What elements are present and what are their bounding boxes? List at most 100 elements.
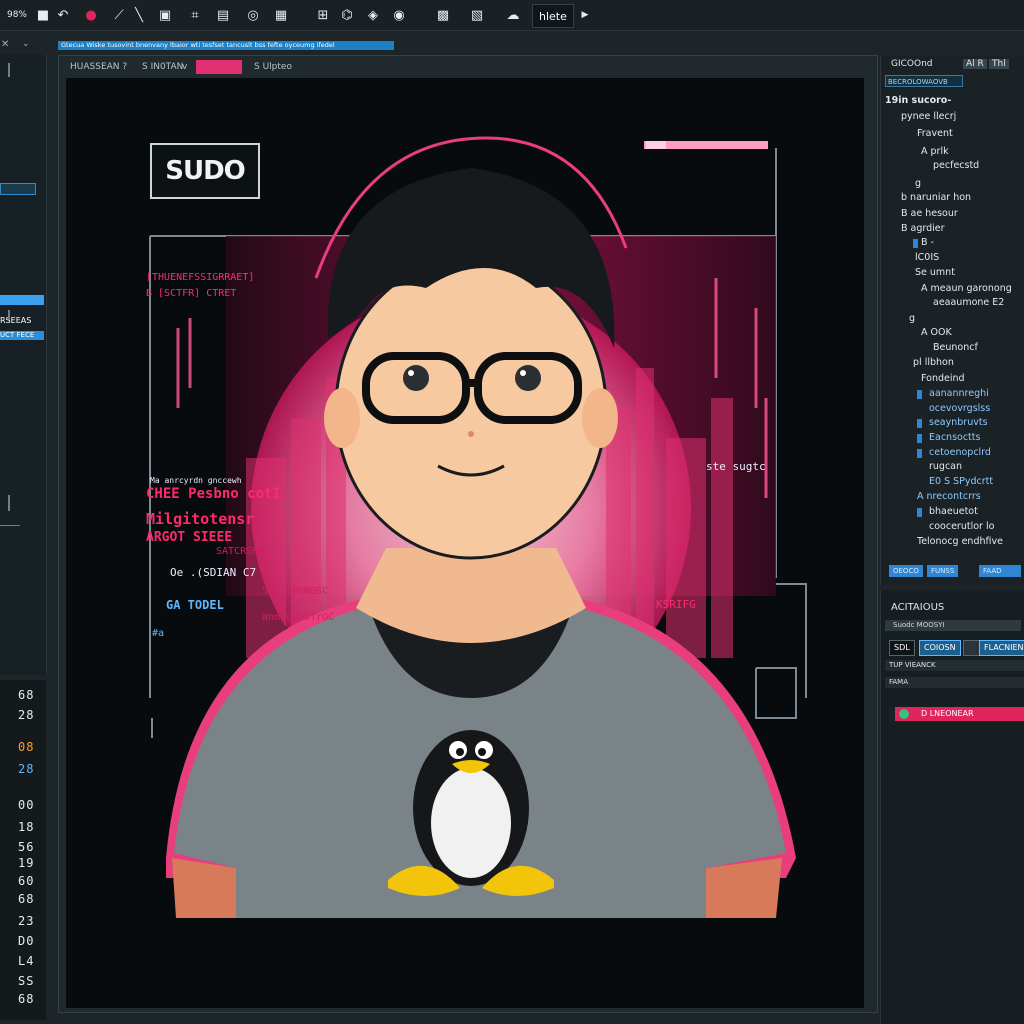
active-tool-label[interactable]: hlete: [532, 4, 574, 28]
tree-item[interactable]: aeaaumone E2: [933, 297, 1004, 308]
play-icon[interactable]: ▶: [574, 4, 596, 26]
tree-item[interactable]: B ae hesour: [901, 208, 958, 219]
tree-item[interactable]: Telonocg endhfive: [917, 536, 1003, 547]
tree-marker: [917, 390, 922, 399]
color-icon[interactable]: ●: [80, 4, 102, 26]
tab-2[interactable]: S IN0TAN: [142, 60, 183, 74]
right-arm: [706, 858, 782, 918]
tab-1[interactable]: HUASSEAN ?: [70, 60, 127, 74]
line-number: 23: [18, 914, 35, 928]
line-number: 56: [18, 840, 35, 854]
lasso-icon[interactable]: ⌬: [336, 4, 358, 26]
tree-marker: [917, 419, 922, 428]
tree-item[interactable]: pynee llecrj: [901, 111, 956, 122]
close-icon[interactable]: ✕: [1, 39, 9, 50]
tree-item[interactable]: lC0IS: [915, 252, 939, 263]
code-line: Milgitotensr: [146, 510, 255, 528]
tab-rp-1[interactable]: GICOOnd: [891, 59, 933, 69]
right-panel-buttons: OEOCO FUNSS FAAD: [885, 565, 1024, 577]
tree-item[interactable]: g: [909, 313, 915, 324]
tree-item[interactable]: g: [915, 178, 921, 189]
status-dot-icon: [899, 709, 909, 719]
line-number: 68: [18, 892, 35, 906]
properties-chip[interactable]: FLACNIEN: [979, 640, 1024, 656]
map-icon[interactable]: ▩: [432, 4, 454, 26]
tree-item[interactable]: 19in sucoro-: [885, 95, 951, 106]
left-select-label[interactable]: UCT FECE: [0, 331, 44, 340]
tree-item[interactable]: Fravent: [917, 128, 953, 139]
brush-icon[interactable]: ▦: [270, 4, 292, 26]
properties-chip[interactable]: SDL: [889, 640, 915, 656]
left-badge: [0, 183, 36, 195]
tree-item[interactable]: A nrecontcrrs: [917, 491, 981, 502]
tree-item[interactable]: b naruniar hon: [901, 192, 971, 203]
tree-item[interactable]: E0 S SPydcrtt: [929, 476, 993, 487]
top-toolbar: 98% ■ ↶ ● ⟋ ╲ ▣ ⌗ ▤ ◎ ▦ ⊞ ⌬ ◈ ◉ ▩ ▧ ☁ hl…: [0, 0, 1024, 31]
sudo-sign-text: SUDO: [165, 156, 246, 186]
tree-item[interactable]: Beunoncf: [933, 342, 978, 353]
tab-4[interactable]: S Ulpteo: [254, 60, 292, 74]
square-icon[interactable]: ■: [32, 4, 54, 26]
code-line: #a: [152, 628, 165, 639]
tree-item[interactable]: B agrdier: [901, 223, 945, 234]
tree-item[interactable]: Se umnt: [915, 267, 955, 278]
line-number: D0: [18, 934, 35, 948]
tree-item[interactable]: A prlk: [921, 146, 949, 157]
tree-item[interactable]: Fondeind: [921, 373, 965, 384]
left-ear: [324, 388, 360, 448]
scroll-tick: [8, 63, 10, 77]
tree-item[interactable]: rugcan: [929, 461, 962, 472]
tree-item[interactable]: B -: [921, 237, 934, 248]
tab-rp-2[interactable]: Al R: [963, 59, 987, 69]
line-number: 28: [18, 762, 35, 776]
tab-3[interactable]: v: [182, 60, 187, 74]
zoom-label[interactable]: 98%: [4, 4, 30, 26]
sudo-sign: SUDO: [150, 143, 260, 199]
right-ear: [582, 388, 618, 448]
cloud-icon[interactable]: ▧: [466, 4, 488, 26]
left-panel: RSEEAS UCT FECE: [0, 55, 47, 675]
right-panel-header[interactable]: BECROLOWAOVB: [885, 75, 963, 87]
tree-item[interactable]: seaynbruvts: [929, 417, 988, 428]
settings-icon[interactable]: ☁: [502, 4, 524, 26]
tree-item[interactable]: A OOK: [921, 327, 952, 338]
properties-chip[interactable]: COIOSN: [919, 640, 961, 656]
tree-item[interactable]: Eacnsoctts: [929, 432, 980, 443]
divider: [0, 525, 20, 526]
properties-field[interactable]: TUP VIEANCK: [885, 660, 1024, 671]
right-eye: [515, 365, 541, 391]
properties-field[interactable]: FAMA: [885, 677, 1024, 688]
properties-field[interactable]: Suodc MOOSYI: [885, 620, 1021, 631]
tree-item[interactable]: aanannreghi: [929, 388, 989, 399]
face: [334, 256, 608, 560]
rp-button-1[interactable]: OEOCO: [889, 565, 923, 577]
tree-item[interactable]: pecfecstd: [933, 160, 979, 171]
undo-icon[interactable]: ↶: [52, 4, 74, 26]
status-badge[interactable]: D LNEONEAR: [889, 707, 1024, 721]
frame-icon[interactable]: ▣: [154, 4, 176, 26]
chevron-down-icon[interactable]: ⌄: [22, 39, 30, 49]
tree-item[interactable]: coocerutlor lo: [929, 521, 994, 532]
scroll-tick: [8, 310, 10, 320]
tab-rp-3[interactable]: Thl: [989, 59, 1009, 69]
artwork-canvas[interactable]: SUDO [THUENEFSSIGRRAET] B [SCTFR] CTRET …: [66, 78, 864, 1008]
code-line: Ma anrcyrdn gnccewh: [150, 476, 242, 485]
tab-active[interactable]: [196, 60, 242, 74]
pen-icon[interactable]: ▤: [212, 4, 234, 26]
tree-item[interactable]: cetoenopclrd: [929, 447, 991, 458]
target-icon[interactable]: ◈: [362, 4, 384, 26]
left-highlight-bar[interactable]: [0, 295, 44, 305]
slash-tool-icon[interactable]: ╲: [128, 4, 150, 26]
tree-item[interactable]: bhaeuetot: [929, 506, 978, 517]
tree-item[interactable]: pl llbhon: [913, 357, 954, 368]
grid-icon[interactable]: ⊞: [312, 4, 334, 26]
layer-icon[interactable]: ◎: [242, 4, 264, 26]
tree-item[interactable]: ocevovrgslss: [929, 403, 990, 414]
tree-item[interactable]: A meaun garonong: [921, 283, 1012, 294]
line-tool-icon[interactable]: ⟋: [108, 4, 130, 26]
rp-button-2[interactable]: FUNSS: [927, 565, 959, 577]
image-icon[interactable]: ◉: [388, 4, 410, 26]
rp-button-3[interactable]: FAAD: [979, 565, 1021, 577]
left-arm: [172, 858, 236, 918]
crop-icon[interactable]: ⌗: [184, 4, 206, 26]
